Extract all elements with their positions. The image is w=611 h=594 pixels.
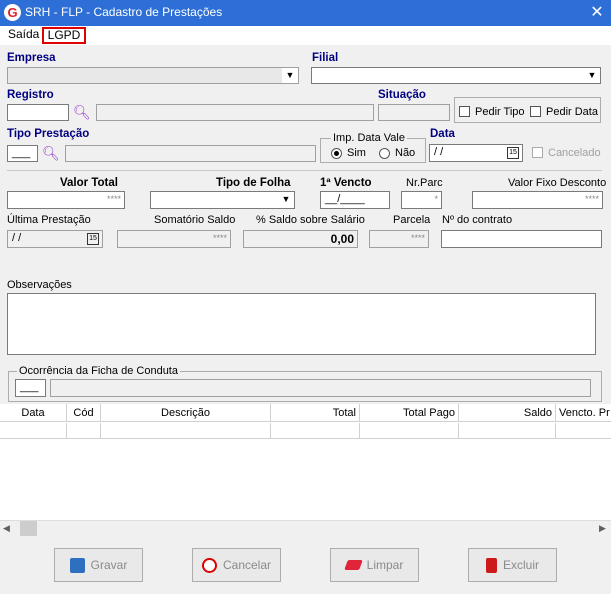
gravar-button[interactable]: Gravar (54, 548, 143, 582)
cancelar-label: Cancelar (222, 558, 272, 572)
chevron-down-icon[interactable]: ▼ (584, 68, 600, 83)
chevron-down-icon[interactable]: ▼ (282, 68, 298, 83)
nao-radio[interactable] (379, 148, 390, 159)
window-title: SRH - FLP - Cadastro de Prestações (25, 5, 223, 19)
col-header-total-pago[interactable]: Total Pago (360, 404, 459, 422)
col-header-vencto[interactable]: Vencto. Pr (556, 404, 611, 422)
situacao-label: Situação (378, 89, 426, 101)
close-icon[interactable]: ✕ (586, 3, 608, 23)
tipo-prestacao-desc-field (65, 145, 316, 162)
save-icon (69, 557, 85, 573)
col-header-total[interactable]: Total (271, 404, 360, 422)
registro-nome-field (96, 104, 374, 121)
limpar-label: Limpar (366, 558, 404, 572)
pedir-tipo-label: Pedir Tipo (475, 106, 525, 118)
limpar-button[interactable]: Limpar (330, 548, 419, 582)
app-logo-icon: G (4, 4, 21, 21)
ultima-prestacao-field: / / 15 (7, 230, 103, 248)
registro-input[interactable] (7, 104, 69, 121)
filial-label: Filial (312, 52, 339, 64)
separator (7, 170, 602, 171)
sim-radio[interactable] (331, 148, 342, 159)
tipo-folha-select[interactable]: ▼ (150, 191, 295, 209)
search-icon[interactable]: 🔍︎ (42, 146, 60, 160)
gravar-label: Gravar (90, 558, 128, 572)
calendar-icon[interactable]: 15 (507, 147, 519, 159)
search-icon[interactable]: 🔍︎ (73, 105, 91, 119)
trash-icon (485, 557, 497, 573)
eraser-icon (343, 560, 363, 570)
pedir-data-label: Pedir Data (546, 106, 598, 118)
table-cell[interactable] (459, 423, 556, 439)
nr-parc-label: Nr.Parc (406, 177, 443, 189)
tipo-folha-label: Tipo de Folha (216, 177, 291, 189)
data-value: / / (434, 146, 444, 158)
table-cell[interactable] (271, 423, 360, 439)
valor-fixo-desconto-label: Valor Fixo Desconto (508, 177, 607, 189)
ocorrencia-code-input[interactable]: ___ (15, 379, 46, 397)
pct-saldo-salario-field: 0,00 (243, 230, 358, 248)
scroll-right-icon[interactable]: ▶ (599, 523, 606, 534)
ultima-prestacao-value: / / (12, 232, 22, 244)
filial-select[interactable]: ▼ (311, 67, 601, 84)
cancel-icon (201, 557, 217, 573)
sim-label: Sim (347, 147, 366, 159)
table-cell[interactable] (67, 423, 101, 439)
primeiro-vencto-input[interactable]: __/____ (320, 191, 390, 209)
scroll-left-icon[interactable]: ◀ (3, 523, 10, 534)
empresa-label: Empresa (7, 52, 56, 64)
tipo-prestacao-label: Tipo Prestação (7, 128, 90, 140)
excluir-button[interactable]: Excluir (468, 548, 557, 582)
ocorrencia-desc-field (50, 379, 591, 397)
menu-bar (0, 26, 611, 45)
imp-data-vale-label: Imp. Data Vale (331, 132, 407, 144)
nr-contrato-input[interactable] (441, 230, 602, 248)
table-cell[interactable] (556, 423, 611, 439)
cancelado-label: Cancelado (548, 147, 601, 159)
scrollbar-thumb[interactable] (20, 521, 37, 536)
menu-item-saida[interactable]: Saída (5, 27, 42, 44)
nr-contrato-label: Nº do contrato (442, 214, 513, 226)
parcela-label: Parcela (393, 214, 431, 226)
valor-total-input[interactable]: **** (7, 191, 125, 209)
cancelado-checkbox (532, 147, 543, 158)
empresa-select[interactable]: ▼ (7, 67, 299, 84)
pedir-tipo-checkbox[interactable] (459, 106, 470, 117)
excluir-label: Excluir (502, 558, 539, 572)
cancelar-button[interactable]: Cancelar (192, 548, 281, 582)
col-header-cod[interactable]: Cód (67, 404, 101, 422)
registro-label: Registro (7, 89, 54, 101)
tipo-prestacao-code-input[interactable]: ___ (7, 145, 38, 162)
col-header-descricao[interactable]: Descrição (101, 404, 271, 422)
col-header-saldo[interactable]: Saldo (459, 404, 556, 422)
valor-fixo-desconto-input[interactable]: **** (472, 191, 603, 209)
data-input[interactable]: / / 15 (429, 144, 523, 162)
col-header-data[interactable]: Data (0, 404, 67, 422)
table-cell[interactable] (101, 423, 271, 439)
valor-total-label: Valor Total (60, 177, 118, 189)
calendar-icon: 15 (87, 233, 99, 245)
table-cell[interactable] (360, 423, 459, 439)
observacoes-textarea[interactable] (7, 293, 596, 355)
ocorrencia-label: Ocorrência da Ficha de Conduta (17, 365, 180, 377)
observacoes-label: Observações (7, 279, 72, 291)
ultima-prestacao-label: Última Prestação (7, 214, 91, 226)
table-cell[interactable] (0, 423, 67, 439)
pedir-data-checkbox[interactable] (530, 106, 541, 117)
horizontal-scrollbar[interactable] (0, 520, 611, 537)
pct-saldo-salario-label: % Saldo sobre Salário (256, 214, 365, 226)
menu-item-lgpd[interactable]: LGPD (42, 27, 86, 44)
somatorio-saldo-label: Somatório Saldo (154, 214, 236, 226)
nao-label: Não (395, 147, 416, 159)
situacao-field (378, 104, 450, 121)
chevron-down-icon[interactable]: ▼ (278, 192, 294, 208)
data-label: Data (430, 128, 455, 140)
parcela-field: **** (369, 230, 429, 248)
somatorio-saldo-field: **** (117, 230, 231, 248)
primeiro-vencto-label: 1ª Vencto (320, 177, 372, 189)
nr-parc-input[interactable]: * (401, 191, 442, 209)
